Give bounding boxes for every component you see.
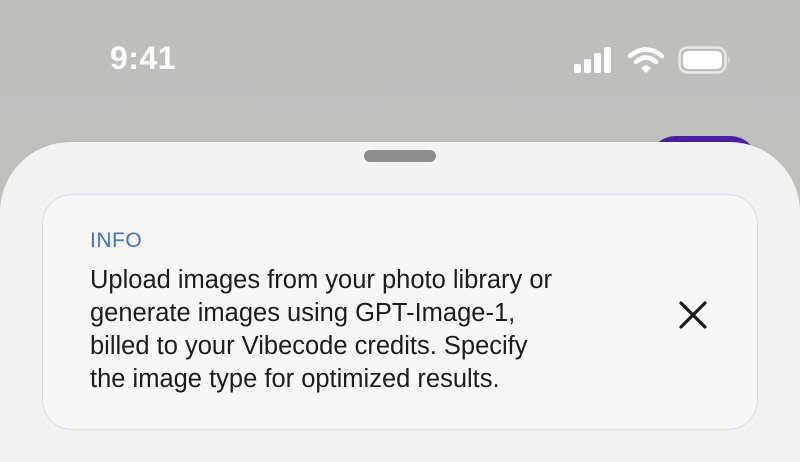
battery-icon	[678, 46, 730, 74]
status-icons	[574, 46, 732, 74]
cellular-signal-icon	[574, 47, 611, 73]
sheet-grabber-handle[interactable]	[364, 150, 436, 162]
info-message: Upload images from your photo library or…	[90, 266, 553, 393]
close-button[interactable]	[670, 292, 716, 338]
status-time: 9:41	[110, 40, 177, 76]
wifi-icon	[628, 47, 664, 73]
close-icon	[679, 301, 707, 329]
info-label: INFO	[90, 229, 143, 252]
